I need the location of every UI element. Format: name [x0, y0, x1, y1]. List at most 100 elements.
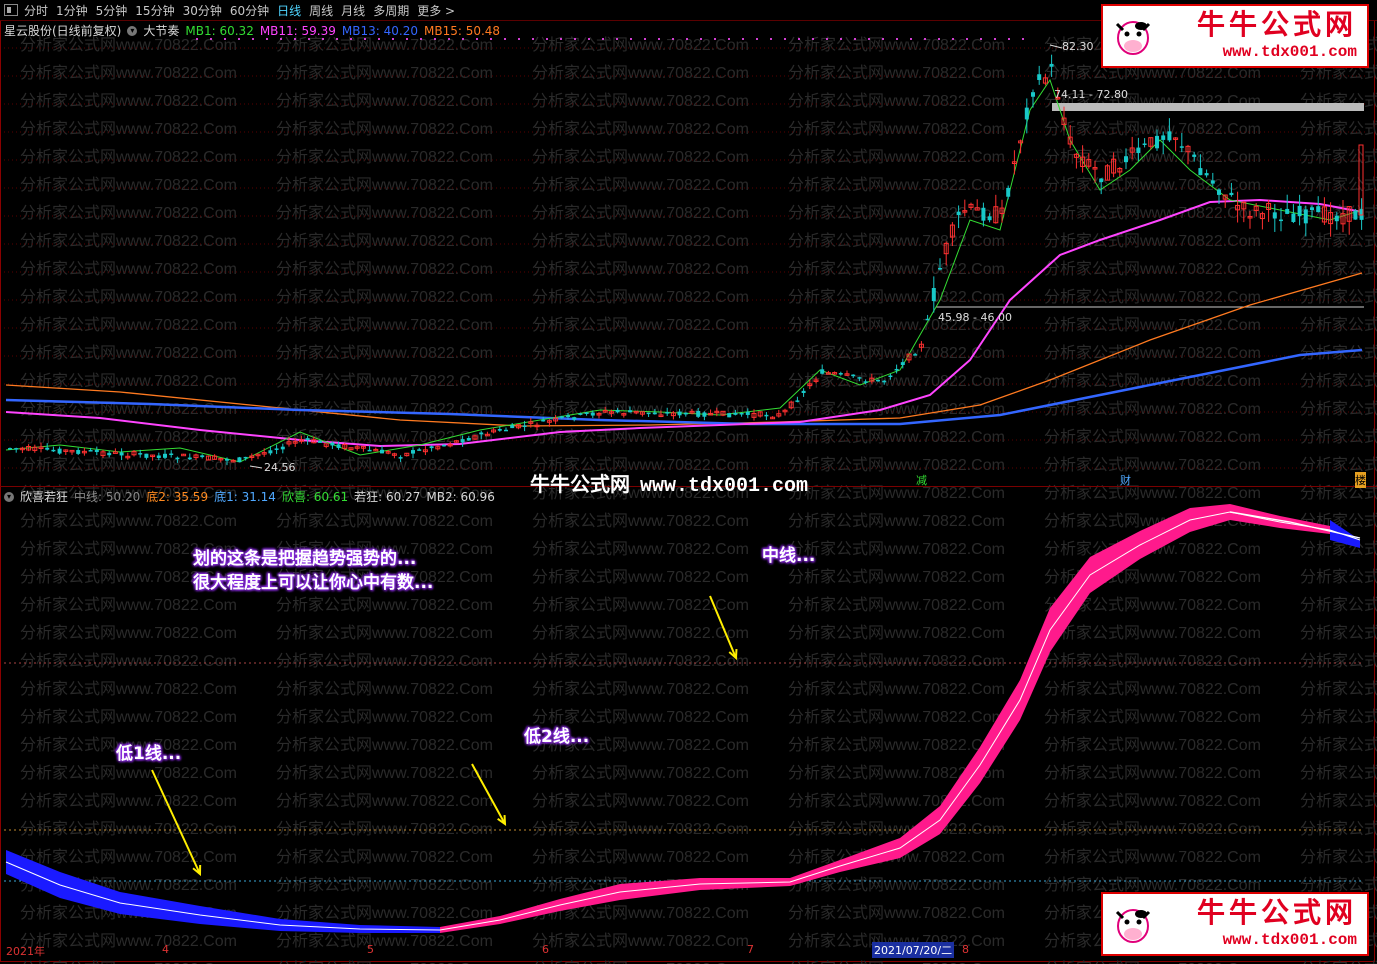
bg-watermark-text: 分析家公式网www.70822.Com: [1300, 120, 1377, 138]
candle-body-down: [838, 373, 843, 375]
bg-watermark-text: 分析家公式网www.70822.Com: [276, 232, 493, 250]
x-label-jul: 7: [747, 943, 754, 956]
bg-watermark-text: 分析家公式网www.70822.Com: [20, 848, 237, 866]
bg-watermark-text: 分析家公式网www.70822.Com: [20, 624, 237, 642]
signal-dot: [196, 38, 198, 40]
candle-body-down: [119, 452, 124, 456]
bg-watermark-text: 分析家公式网www.70822.Com: [532, 344, 749, 362]
bg-watermark-text: 分析家公式网www.70822.Com: [20, 232, 237, 250]
annotation-trend-line1: 划的这条是把握趋势强势的...: [193, 549, 417, 569]
event-marker-jian[interactable]: 减: [916, 472, 927, 488]
candle-body-down: [1142, 143, 1147, 145]
candle-body-down: [479, 432, 484, 435]
candle-body-down: [1279, 219, 1283, 222]
bg-watermark-text: 分析家公式网www.70822.Com: [1044, 960, 1261, 964]
signal-dot: [448, 38, 450, 40]
bg-watermark-text: 分析家公式网www.70822.Com: [276, 372, 493, 390]
bg-watermark-text: 分析家公式网www.70822.Com: [276, 708, 493, 726]
bg-watermark-text: 分析家公式网www.70822.Com: [532, 36, 749, 54]
di2-value: 底2: 35.59: [146, 490, 209, 504]
bg-watermark-text: 分析家公式网www.70822.Com: [1044, 232, 1261, 250]
bg-watermark-text: 分析家公式网www.70822.Com: [1044, 120, 1261, 138]
signal-dot: [658, 38, 660, 40]
signal-dot: [504, 38, 506, 40]
signal-dot: [756, 38, 758, 40]
candle-body-down: [652, 412, 657, 415]
candle-body-down: [163, 453, 167, 458]
bg-watermark-text: 分析家公式网www.70822.Com: [276, 820, 493, 838]
candle-body-down: [318, 440, 322, 443]
candle-body-down: [57, 448, 62, 454]
candle-body-down: [522, 425, 527, 428]
candle-body-down: [1198, 168, 1203, 176]
ruokuang-value: 若狂: 60.27: [354, 490, 421, 504]
x-label-year: 2021年: [6, 945, 45, 958]
event-marker-cai[interactable]: 财: [1120, 472, 1131, 488]
bg-watermark-text: 分析家公式网www.70822.Com: [532, 288, 749, 306]
candle-body-down: [590, 412, 595, 416]
sub-indicator-name[interactable]: 欣喜若狂: [20, 488, 68, 505]
cow-mascot-icon: [1115, 21, 1151, 55]
candle-body-down: [1297, 205, 1302, 217]
candle-body-down: [733, 412, 738, 415]
lower-range-label: 45.98 - 46.00: [938, 311, 1012, 324]
candle-body-down: [1179, 146, 1184, 148]
bg-watermark-text: 分析家公式网www.70822.Com: [276, 204, 493, 222]
candle-body-down: [187, 457, 192, 460]
candle-body-down: [894, 368, 899, 371]
event-marker-lou[interactable]: 楼: [1355, 472, 1366, 488]
bg-watermark-text: 分析家公式网www.70822.Com: [1044, 344, 1261, 362]
di1-value: 底1: 31.14: [214, 490, 276, 504]
bg-watermark-text: 分析家公式网www.70822.Com: [532, 652, 749, 670]
bg-watermark-text: 分析家公式网www.70822.Com: [1300, 316, 1377, 334]
candle-body-down: [541, 419, 546, 422]
candle-body-down: [280, 446, 285, 450]
signal-dot: [546, 38, 548, 40]
bg-watermark-text: 分析家公式网www.70822.Com: [276, 176, 493, 194]
candle-body-down: [510, 425, 515, 429]
candle-body-down: [225, 458, 229, 461]
signal-dot: [868, 38, 870, 40]
bg-watermark-text: 分析家公式网www.70822.Com: [788, 344, 1005, 362]
bg-watermark-text: 分析家公式网www.70822.Com: [788, 148, 1005, 166]
annotation-low2: 低2线...: [524, 727, 590, 747]
signal-dot: [854, 38, 856, 40]
bg-watermark-text: 分析家公式网www.70822.Com: [276, 932, 493, 950]
candle-body-down: [1099, 178, 1104, 183]
bg-watermark-text: 分析家公式网www.70822.Com: [1300, 708, 1377, 726]
bg-watermark-text: 分析家公式网www.70822.Com: [20, 960, 237, 964]
candle-body-down: [417, 449, 422, 451]
bg-watermark-text: 分析家公式网www.70822.Com: [276, 148, 493, 166]
signal-dot: [812, 38, 814, 40]
bg-watermark-text: 分析家公式网www.70822.Com: [532, 232, 749, 250]
bg-watermark-text: 分析家公式网www.70822.Com: [788, 820, 1005, 838]
candle-body-down: [913, 354, 918, 356]
signal-dot: [588, 38, 590, 40]
candle-body-down: [336, 444, 341, 448]
candle-body-down: [987, 216, 992, 221]
bg-watermark-text: 分析家公式网www.70822.Com: [1300, 428, 1377, 446]
bg-watermark-text: 分析家公式网www.70822.Com: [1044, 680, 1261, 698]
bg-watermark-text: 分析家公式网www.70822.Com: [276, 792, 493, 810]
bg-watermark-text: 分析家公式网www.70822.Com: [1300, 176, 1377, 194]
bg-watermark-text: 分析家公式网www.70822.Com: [276, 624, 493, 642]
bg-watermark-text: 分析家公式网www.70822.Com: [788, 64, 1005, 82]
signal-dot: [686, 38, 688, 40]
candle-body-down: [497, 429, 502, 431]
logo-top-url: www.tdx001.com: [1222, 43, 1357, 61]
candle-body-down: [1210, 180, 1215, 184]
bg-watermark-text: 分析家公式网www.70822.Com: [532, 932, 749, 950]
mid-value: 中线: 50.20: [74, 490, 141, 504]
sub-indicator-menu-icon[interactable]: ▾: [4, 491, 14, 502]
bg-watermark-text: 分析家公式网www.70822.Com: [276, 960, 493, 964]
candle-body-down: [237, 457, 242, 463]
bg-watermark-text: 分析家公式网www.70822.Com: [20, 652, 237, 670]
bg-watermark-text: 分析家公式网www.70822.Com: [276, 512, 493, 530]
signal-dot: [714, 38, 716, 40]
candle-body-down: [956, 211, 961, 216]
candle-body-down: [1217, 189, 1221, 195]
logo-bottom-cn: 牛牛公式网: [1196, 896, 1357, 929]
watermark-url: www.tdx001.com: [640, 475, 809, 498]
signal-dot: [924, 38, 926, 40]
bg-watermark-text: 分析家公式网www.70822.Com: [532, 540, 749, 558]
